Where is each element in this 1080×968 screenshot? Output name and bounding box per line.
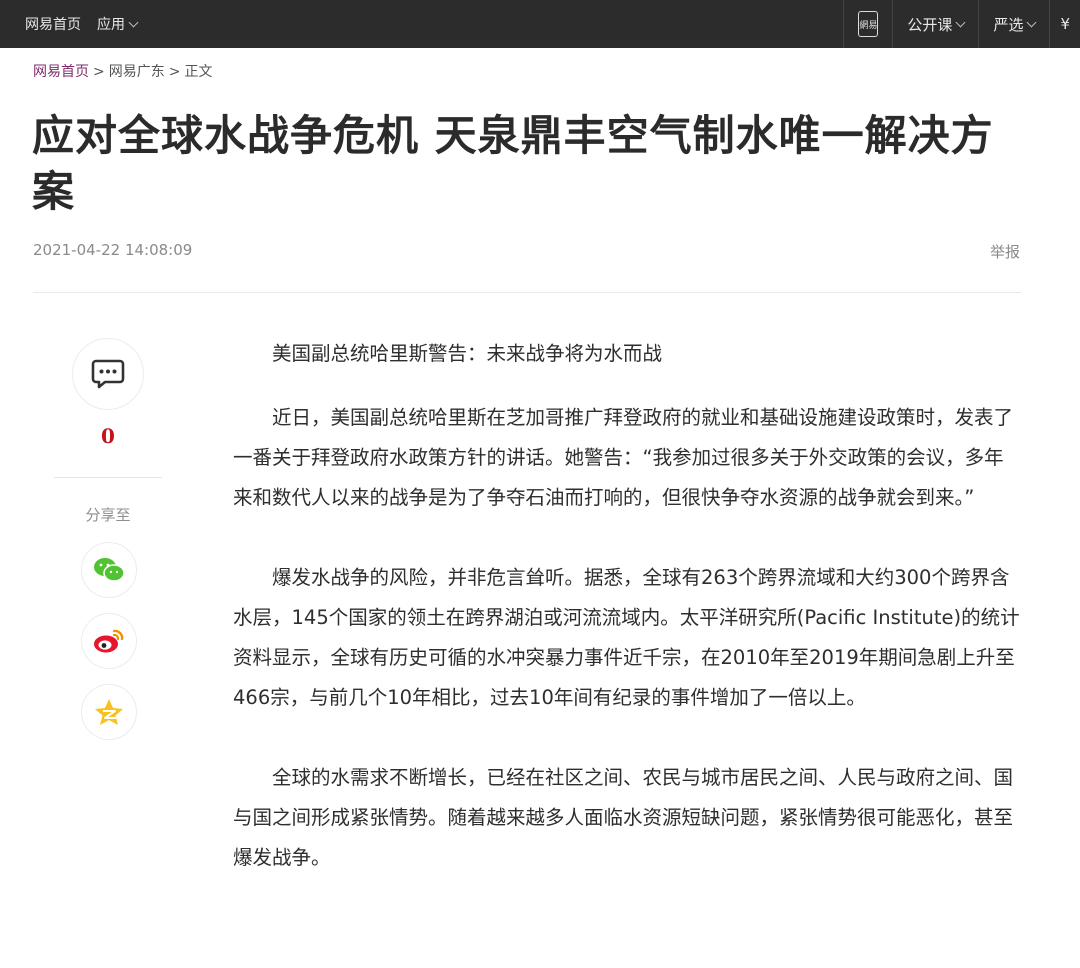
share-divider <box>54 477 162 478</box>
top-nav-bar: 网易首页 应用 網易 公开课 严选 ¥ <box>0 0 1080 48</box>
top-nav-left: 网易首页 应用 <box>25 0 153 48</box>
nav-yanxuan-label: 严选 <box>993 15 1024 34</box>
breadcrumb-separator: > <box>168 64 181 80</box>
comment-count[interactable]: 0 <box>72 424 144 448</box>
nav-yanxuan-menu[interactable]: 严选 <box>978 0 1049 48</box>
comment-bubble-icon <box>91 359 125 389</box>
article-datetime: 2021-04-22 14:08:09 <box>33 241 193 259</box>
share-label: 分享至 <box>85 506 131 524</box>
report-link[interactable]: 举报 <box>990 241 1020 262</box>
article-title: 应对全球水战争危机 天泉鼎丰空气制水唯一解决方案 <box>32 111 994 216</box>
top-nav-right: 網易 公开课 严选 ¥ <box>843 0 1080 48</box>
qzone-star-icon <box>95 699 123 725</box>
article-paragraph: 近日，美国副总统哈里斯在芝加哥推广拜登政府的就业和基础设施建设政策时，发表了一番… <box>233 406 1014 509</box>
breadcrumb-section-link[interactable]: 网易广东 <box>109 64 165 80</box>
breadcrumb: 网易首页 > 网易广东 > 正文 <box>33 61 212 81</box>
yen-icon: ¥ <box>1060 15 1070 33</box>
mobile-phone-icon: 網易 <box>858 11 879 37</box>
nav-apps-label: 应用 <box>97 17 125 33</box>
nav-yen-menu[interactable]: ¥ <box>1049 0 1080 48</box>
chevron-down-icon <box>128 17 139 27</box>
share-wechat-button[interactable] <box>81 542 137 598</box>
nav-mobile-app-button[interactable]: 網易 <box>843 0 892 48</box>
breadcrumb-separator: > <box>93 64 105 80</box>
nav-apps-menu[interactable]: 应用 <box>97 14 139 34</box>
nav-netease-home-link[interactable]: 网易首页 <box>25 14 81 34</box>
article-paragraph: 爆发水战争的风险，并非危言耸听。据悉，全球有263个跨界流域和大约300个跨界含… <box>233 566 1020 709</box>
article-paragraph: 全球的水需求不断增长，已经在社区之间、农民与城市居民之间、人民与政府之间、国与国… <box>233 766 1014 869</box>
wechat-icon <box>94 558 125 582</box>
weibo-icon <box>94 629 124 653</box>
breadcrumb-current: 正文 <box>184 64 213 80</box>
breadcrumb-home-link[interactable]: 网易首页 <box>33 64 89 80</box>
article-paragraph: 美国副总统哈里斯警告：未来战争将为水而战 <box>272 342 663 365</box>
chevron-down-icon <box>1027 17 1037 27</box>
share-weibo-button[interactable] <box>81 613 137 669</box>
nav-open-course-label: 公开课 <box>907 15 953 34</box>
comment-button[interactable] <box>72 338 144 410</box>
nav-open-course-menu[interactable]: 公开课 <box>892 0 978 48</box>
chevron-down-icon <box>955 17 966 27</box>
header-divider <box>33 292 1021 293</box>
share-qzone-button[interactable] <box>81 684 137 740</box>
article-body: 美国副总统哈里斯警告：未来战争将为水而战 近日，美国副总统哈里斯在芝加哥推广拜登… <box>233 334 1023 878</box>
